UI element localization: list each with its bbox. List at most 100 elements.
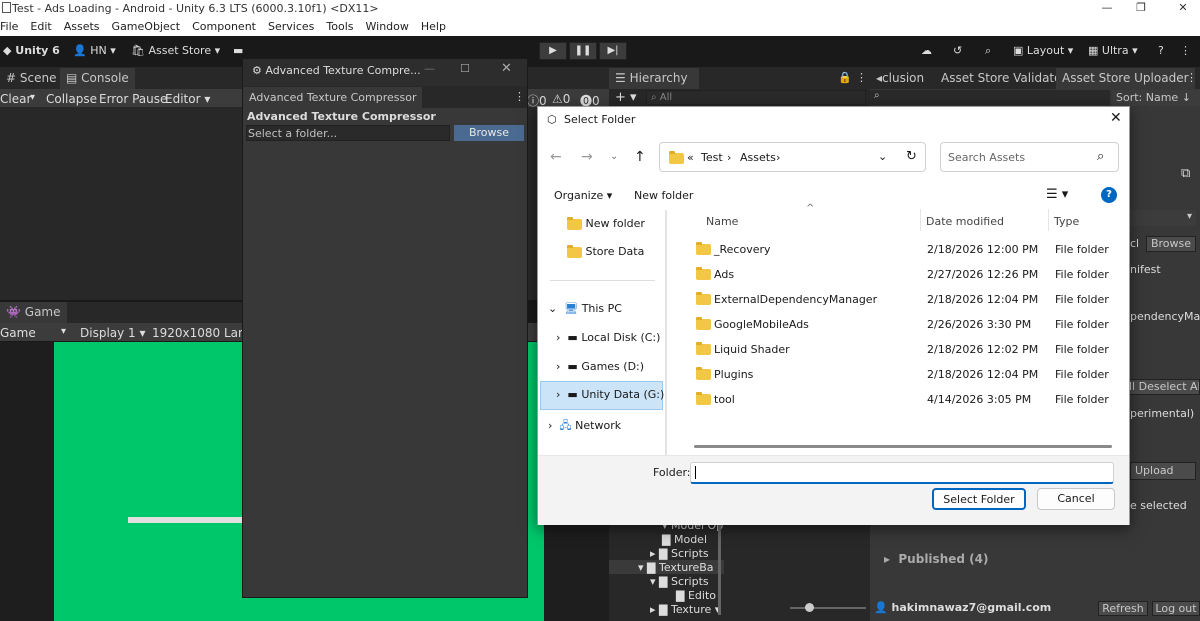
unity-version-button[interactable]: ◆ Unity 6	[3, 44, 60, 57]
editor-dropdown[interactable]: Editor ▾	[165, 92, 210, 106]
tab-texture-compressor[interactable]: Advanced Texture Compressor	[243, 87, 423, 108]
hierarchy-search-input[interactable]: ⌕ All	[646, 90, 866, 105]
tab-uploader[interactable]: Asset Store Uploader	[1056, 68, 1195, 89]
column-name[interactable]: Name	[706, 215, 738, 228]
sort-dropdown[interactable]: Sort: Name ↓	[1112, 90, 1200, 106]
collapse-button[interactable]: Collapse	[46, 92, 97, 106]
play-button[interactable]: ▶	[539, 42, 567, 60]
nav-store-data[interactable]: Store Data	[567, 244, 644, 258]
table-row[interactable]: GoogleMobileAds 2/26/2026 3:30 PM File fol…	[678, 312, 1128, 337]
tab-game[interactable]: 👾 Game	[0, 302, 67, 323]
step-button[interactable]: ▶|	[599, 42, 627, 60]
tab-validator[interactable]: Asset Store Validator	[935, 68, 1072, 89]
lock-icon[interactable]: 🔒	[838, 71, 852, 84]
upload-button[interactable]: Upload	[1130, 462, 1196, 480]
more-icon[interactable]: ⋮	[1180, 44, 1191, 57]
menu-window[interactable]: Window	[366, 20, 409, 33]
error-pause-button[interactable]: Error Pause	[99, 92, 167, 106]
texture-window-close-icon[interactable]: ✕	[501, 61, 512, 76]
tab-console[interactable]: ▤ Console	[60, 68, 135, 89]
nav-unity-data[interactable]: › ▬ Unity Data (G:)	[556, 388, 664, 401]
tab-hierarchy[interactable]: ☰ Hierarchy	[609, 68, 699, 89]
list-item[interactable]: ▾ ▇ TextureBa	[638, 561, 714, 574]
view-options-icon[interactable]: ☰ ▾	[1046, 187, 1068, 202]
layout-dropdown[interactable]: ▣ Layout ▾	[1013, 44, 1073, 57]
up-icon[interactable]: ↑	[634, 149, 646, 165]
game-mode-dropdown[interactable]: Game	[0, 326, 36, 340]
hierarchy-scrollbar[interactable]	[718, 525, 721, 615]
folder-name-input[interactable]	[690, 462, 1114, 484]
menu-assets[interactable]: Assets	[64, 20, 100, 33]
nav-games-drive[interactable]: › ▬ Games (D:)	[556, 360, 644, 373]
history-icon[interactable]: ↺	[953, 44, 962, 57]
search-assets-input[interactable]: Search Assets ⌕	[940, 142, 1119, 172]
right-browse-button[interactable]: Browse	[1146, 236, 1196, 252]
address-dropdown-icon[interactable]: ⌄	[878, 150, 887, 163]
new-folder-button[interactable]: New folder	[634, 189, 693, 202]
asset-store-button[interactable]: 🛍 Asset Store ▾	[131, 44, 220, 57]
column-date[interactable]: Date modified	[926, 215, 1004, 228]
texture-window-menu-icon[interactable]: ⋮	[514, 90, 525, 103]
back-icon[interactable]: ←	[550, 149, 562, 165]
maximize-icon[interactable]: ❐	[1124, 0, 1158, 17]
close-icon[interactable]: ✕	[1166, 0, 1200, 17]
nav-network[interactable]: › 🖧 Network	[548, 417, 621, 436]
menu-edit[interactable]: Edit	[30, 20, 51, 33]
chevron-down-icon[interactable]: ▾	[61, 326, 66, 337]
published-foldout[interactable]: ▸ Published (4)	[884, 552, 988, 566]
folder-path-field[interactable]: Select a folder...	[246, 125, 450, 141]
texture-window-maximize-icon[interactable]: ☐	[460, 62, 470, 75]
table-row[interactable]: Liquid Shader 2/18/2026 12:02 PM File fold…	[678, 337, 1128, 362]
right-menu-icon[interactable]: ⋮	[1186, 71, 1197, 84]
dialog-close-icon[interactable]: ✕	[1110, 110, 1122, 126]
quality-dropdown[interactable]: ▦ Ultra ▾	[1088, 44, 1138, 57]
zoom-slider[interactable]	[790, 607, 866, 609]
display-dropdown[interactable]: Display 1 ▾	[80, 326, 146, 340]
menu-gameobject[interactable]: GameObject	[112, 20, 181, 33]
table-row[interactable]: Ads 2/27/2026 12:26 PM File folder	[678, 262, 1128, 287]
address-bar[interactable]: « Test › Assets › ⌄ ↻	[659, 142, 926, 172]
logout-button[interactable]: Log out	[1152, 601, 1200, 616]
forward-icon[interactable]: →	[581, 149, 593, 165]
menu-tools[interactable]: Tools	[326, 20, 353, 33]
add-icon[interactable]: + ▾	[615, 90, 637, 105]
nav-local-disk[interactable]: › ▬ Local Disk (C:)	[556, 331, 660, 344]
pause-button[interactable]: ❚❚	[569, 42, 597, 60]
table-row[interactable]: ExternalDependencyManager 2/18/2026 12:04…	[678, 287, 1128, 312]
search-icon[interactable]: ⌕	[985, 44, 991, 58]
clear-dropdown-icon[interactable]: ▾	[30, 92, 35, 103]
menu-services[interactable]: Services	[268, 20, 314, 33]
menu-component[interactable]: Component	[192, 20, 256, 33]
tab-scene[interactable]: # Scene	[0, 68, 62, 89]
texture-window-minimize-icon[interactable]: —	[424, 62, 435, 75]
help-icon[interactable]: ?	[1101, 187, 1117, 203]
table-row[interactable]: tool 4/14/2026 3:05 PM File folder	[678, 387, 1128, 412]
account-button[interactable]: 👤 HN ▾	[73, 44, 116, 57]
help-icon[interactable]: ?	[1158, 44, 1164, 57]
select-folder-button[interactable]: Select Folder	[932, 488, 1026, 510]
table-row[interactable]: _Recovery 2/18/2026 12:00 PM File folder	[678, 237, 1128, 262]
menu-help[interactable]: Help	[421, 20, 446, 33]
package-icon[interactable]: ▬	[233, 44, 243, 57]
list-item[interactable]: ▇ Edito	[676, 589, 716, 602]
zoom-slider-handle[interactable]	[805, 603, 814, 612]
list-item[interactable]: ▸ ▇ Scripts	[650, 547, 709, 560]
menu-file[interactable]: File	[0, 20, 18, 33]
table-row[interactable]: Plugins 2/18/2026 12:04 PM File folder	[678, 362, 1128, 387]
organize-button[interactable]: Organize ▾	[554, 189, 612, 202]
right-dropdown[interactable]: ▾	[1128, 210, 1196, 226]
hierarchy-menu-icon[interactable]: ⋮	[856, 71, 867, 84]
browse-button[interactable]: Browse	[454, 125, 524, 141]
breadcrumb-test[interactable]: Test	[701, 151, 723, 164]
horizontal-scrollbar[interactable]	[694, 445, 1112, 448]
tab-exclusion[interactable]: ◂clusion	[870, 68, 930, 89]
list-item[interactable]: ▸ ▇ Texture ▾	[650, 603, 720, 616]
cancel-button[interactable]: Cancel	[1037, 488, 1115, 510]
nav-scrollbar[interactable]	[665, 210, 667, 455]
minimize-icon[interactable]: —	[1090, 0, 1124, 17]
deselect-all-button[interactable]: ll Deselect All	[1128, 379, 1200, 395]
list-item[interactable]: ▇ Model	[662, 533, 707, 546]
cloud-icon[interactable]: ☁	[921, 44, 932, 57]
list-item[interactable]: ▾ ▇ Scripts	[650, 575, 709, 588]
right-search-input[interactable]: ⌕	[870, 90, 1110, 105]
